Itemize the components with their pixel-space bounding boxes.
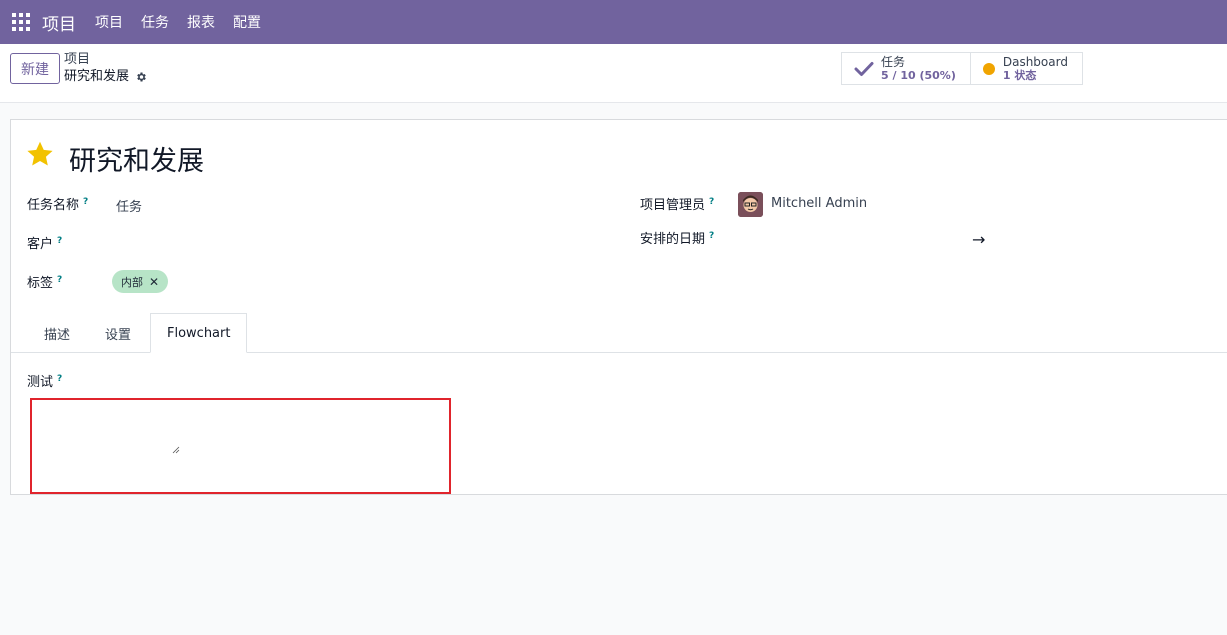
breadcrumb: 项目 研究和发展 [64,52,147,85]
avatar-face-icon [738,192,763,217]
nav-item-projects[interactable]: 项目 [86,12,132,32]
planned-date-start-input[interactable] [738,226,958,248]
tasks-smart-button[interactable]: 任务 5 / 10 (50%) [842,53,970,84]
planned-date-label: 安排的日期? [640,228,714,247]
dashboard-smart-button-text: Dashboard 1 状态 [1002,54,1068,82]
app-brand[interactable]: 项目 [42,10,76,35]
smart-buttons: 任务 5 / 10 (50%) Dashboard 1 状态 [841,52,1083,85]
tag-badge: 内部 ✕ [112,270,169,293]
tag-label: 内部 [121,275,143,289]
check-icon [854,61,874,76]
tab-flowchart[interactable]: Flowchart [150,313,248,353]
dashboard-smart-button-value: 1 状态 [1002,68,1037,82]
resize-grip-icon[interactable] [172,446,180,454]
task-name-input[interactable]: 任务 [116,196,142,215]
task-name-label-text: 任务名称 [27,198,80,213]
planned-date-end-input[interactable] [996,226,1216,248]
test-textarea-highlight[interactable] [30,398,451,494]
tasks-smart-button-title: 任务 [881,54,906,69]
tab-settings[interactable]: 设置 [105,313,131,353]
planned-date-label-text: 安排的日期 [640,232,706,247]
notebook-tabs: 描述 设置 Flowchart [11,313,1227,353]
test-field-label-text: 测试 [27,375,54,390]
nav-item-tasks[interactable]: 任务 [132,12,178,32]
project-manager-input[interactable]: Mitchell Admin [771,196,867,211]
gear-icon[interactable] [135,71,147,83]
new-button[interactable]: 新建 [10,53,60,84]
tags-label: 标签? [27,272,62,291]
customer-label-text: 客户 [27,237,54,252]
tab-description[interactable]: 描述 [44,313,70,353]
form-sheet: 研究和发展 任务名称? 任务 客户? 标签? 内部 ✕ 项目管理员? Mitch… [10,119,1227,495]
control-panel: 新建 项目 研究和发展 任务 5 / 10 (50%) Dashboard 1 … [0,44,1227,103]
nav-item-config[interactable]: 配置 [224,12,270,32]
customer-input[interactable] [116,230,596,250]
tags-label-text: 标签 [27,276,54,291]
task-name-label: 任务名称? [27,194,88,213]
nav-menu: 项目 任务 报表 配置 [86,12,270,32]
dashboard-smart-button[interactable]: Dashboard 1 状态 [969,53,1082,84]
tasks-smart-button-value: 5 / 10 (50%) [881,68,956,82]
dashboard-smart-button-title: Dashboard [1002,54,1068,69]
project-manager-label: 项目管理员? [640,194,714,213]
nav-item-reports[interactable]: 报表 [178,12,224,32]
record-title[interactable]: 研究和发展 [69,139,204,178]
avatar [738,192,763,217]
help-icon[interactable]: ? [83,197,88,207]
favorite-star-icon[interactable] [26,140,54,168]
breadcrumb-current-label: 研究和发展 [64,69,130,84]
status-dot-icon [982,62,995,75]
help-icon[interactable]: ? [709,197,714,207]
top-navbar: 项目 项目 任务 报表 配置 [0,0,1227,44]
tag-remove-icon[interactable]: ✕ [149,275,159,289]
test-field-label: 测试? [27,371,62,390]
help-icon[interactable]: ? [57,374,62,384]
help-icon[interactable]: ? [57,236,62,246]
breadcrumb-parent[interactable]: 项目 [64,52,147,68]
breadcrumb-current: 研究和发展 [64,68,147,85]
help-icon[interactable]: ? [57,275,62,285]
project-manager-label-text: 项目管理员 [640,198,706,213]
help-icon[interactable]: ? [709,231,714,241]
customer-label: 客户? [27,233,62,252]
tasks-smart-button-text: 任务 5 / 10 (50%) [881,54,956,82]
arrow-right-icon: → [972,230,986,249]
apps-menu-icon[interactable] [12,13,30,31]
